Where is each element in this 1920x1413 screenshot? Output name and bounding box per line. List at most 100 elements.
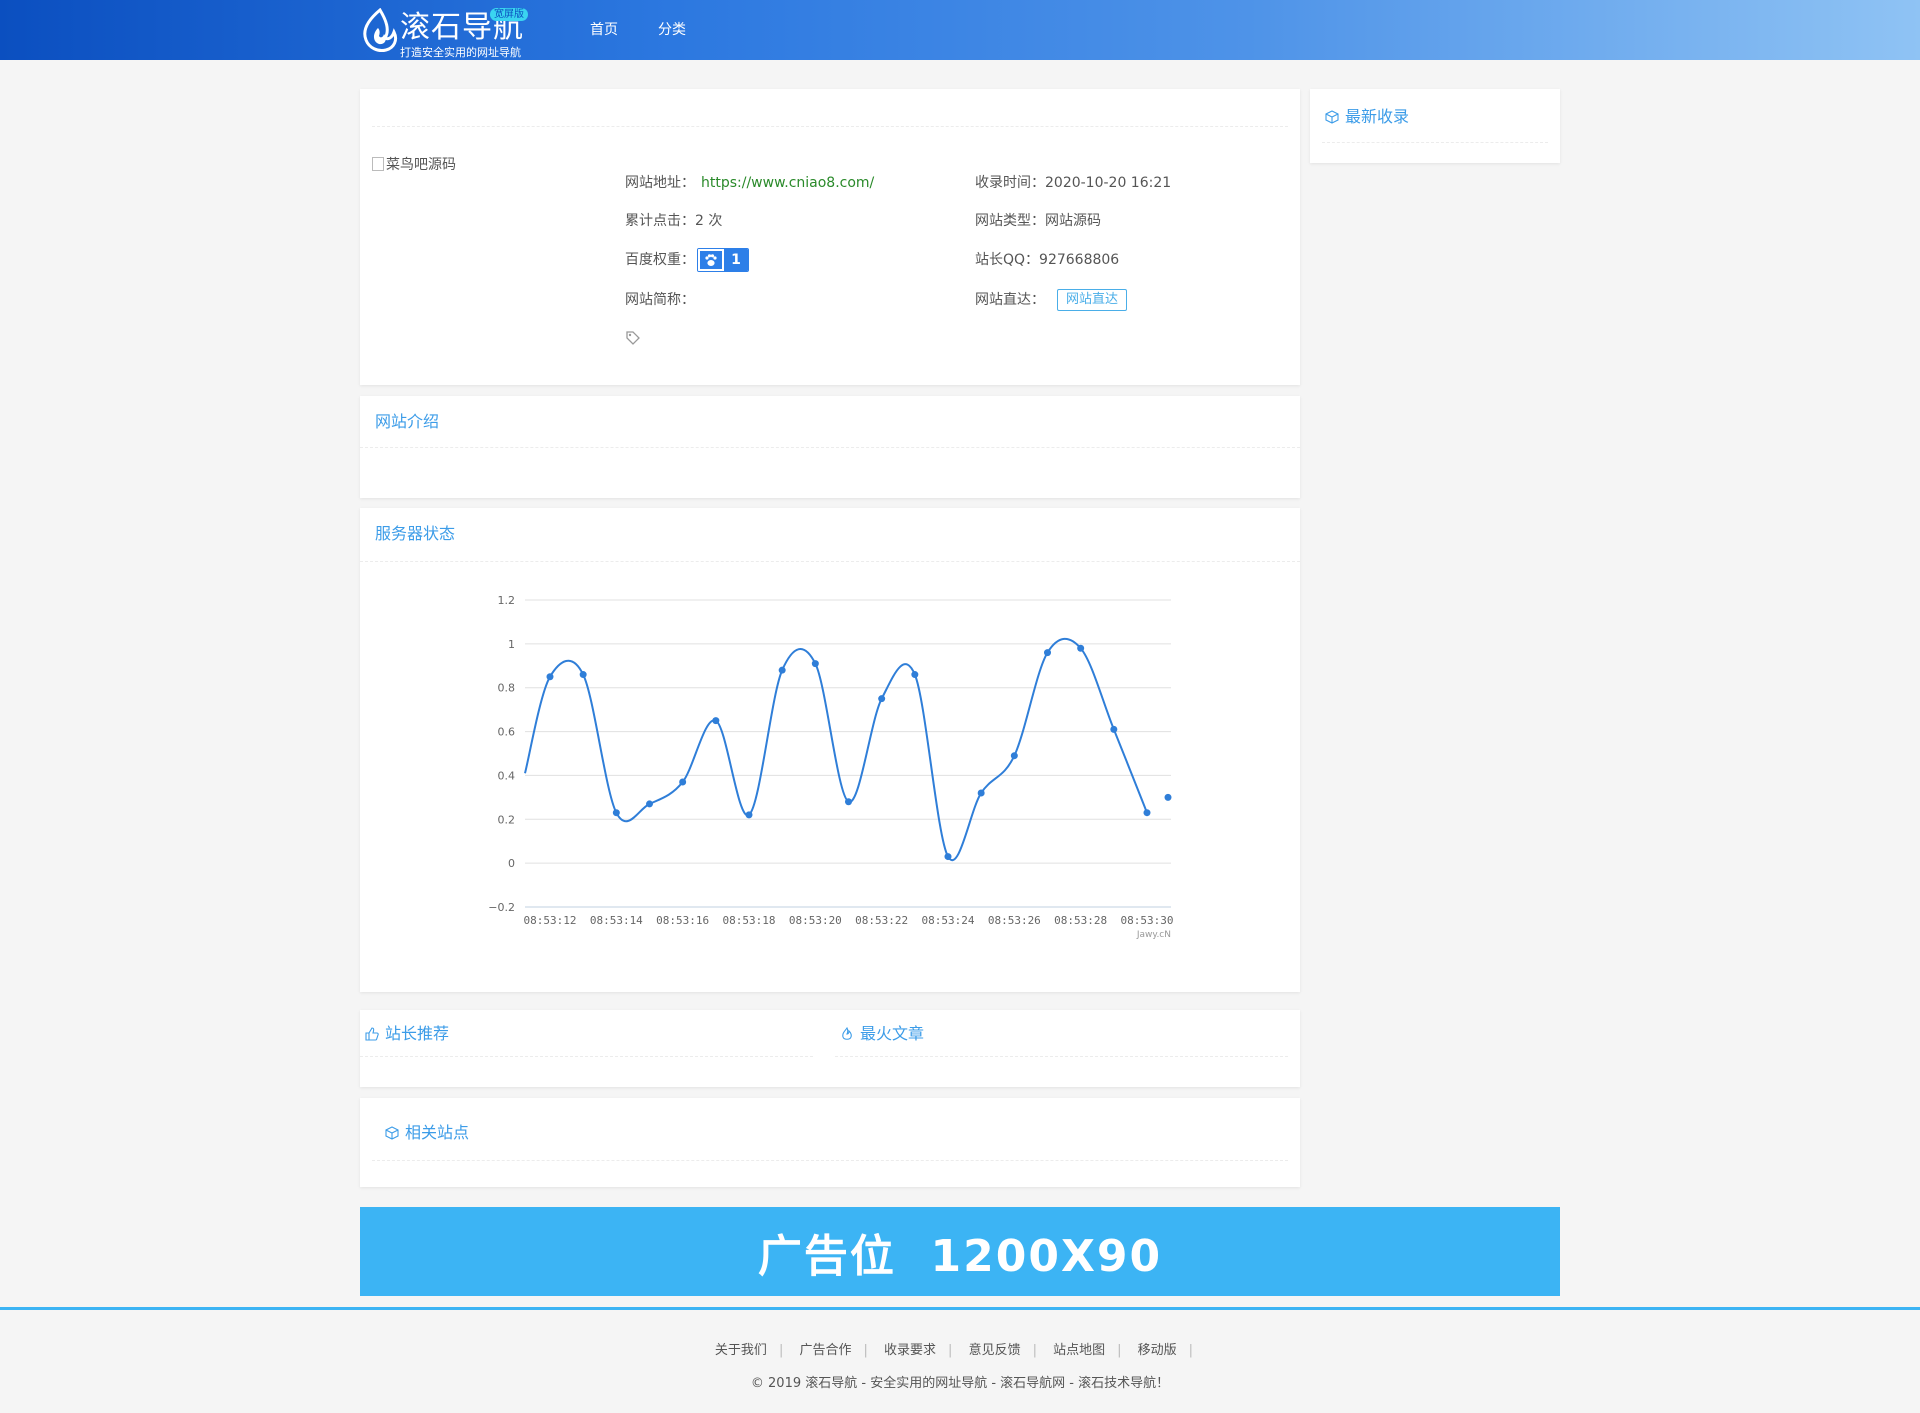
x-tick-label: 08:53:20	[789, 914, 842, 927]
short-name-field: 网站简称：	[625, 291, 695, 309]
site-type-field: 网站类型： 网站源码	[975, 212, 1101, 230]
footer-link-about[interactable]: 关于我们	[715, 1343, 767, 1358]
x-tick-label: 08:53:30	[1121, 914, 1174, 927]
added-time-field: 收录时间： 2020-10-20 16:21	[975, 174, 1171, 192]
top-header: 滚石导航 宽屏版 打造安全实用的网址导航 首页 分类	[0, 0, 1920, 60]
x-tick-label: 08:53:18	[723, 914, 776, 927]
data-point	[944, 853, 952, 861]
direct-visit-label: 网站直达：	[975, 292, 1045, 308]
cube-icon	[1325, 110, 1339, 124]
data-point	[811, 660, 819, 668]
footer-links: 关于我们 | 广告合作 | 收录要求 | 意见反馈 | 站点地图 | 移动版 |	[714, 1343, 1194, 1358]
data-point	[1077, 644, 1085, 652]
cube-icon	[385, 1126, 399, 1140]
data-point	[911, 671, 919, 679]
footer-link-submit[interactable]: 收录要求	[884, 1343, 936, 1358]
y-tick-label: 1	[508, 638, 515, 651]
related-sites-title: 相关站点	[385, 1123, 469, 1143]
recommend-hot-card: 站长推荐 最火文章	[360, 1010, 1300, 1087]
y-tick-label: 1.2	[498, 594, 516, 607]
logo-badge: 宽屏版	[490, 8, 528, 21]
tag-icon	[626, 331, 640, 345]
site-type-label: 网站类型：	[975, 213, 1045, 229]
y-tick-label: 0.4	[498, 769, 516, 782]
y-tick-label: 0.2	[498, 813, 516, 826]
site-thumbnail-alt: 菜鸟吧源码	[386, 157, 456, 173]
data-point	[778, 666, 786, 674]
main-nav: 首页 分类	[590, 0, 726, 60]
broken-image-icon	[372, 157, 384, 171]
x-tick-label: 08:53:16	[656, 914, 709, 927]
site-thumbnail: 菜鸟吧源码	[372, 154, 456, 174]
added-time-label: 收录时间：	[975, 175, 1045, 191]
data-point	[646, 800, 653, 808]
footer-link-ads[interactable]: 广告合作	[799, 1343, 851, 1358]
related-sites-card: 相关站点	[360, 1098, 1300, 1187]
data-point	[1044, 649, 1051, 657]
divider	[372, 1160, 1288, 1161]
ad-banner[interactable]: 广告位 1200X90	[360, 1207, 1560, 1296]
data-point	[579, 671, 587, 679]
site-logo[interactable]: 滚石导航 宽屏版 打造安全实用的网址导航	[358, 6, 533, 59]
clicks-label: 累计点击：	[625, 213, 695, 229]
y-tick-label: 0.6	[498, 726, 516, 739]
site-url-label: 网站地址：	[625, 175, 695, 191]
data-point	[679, 778, 687, 786]
divider	[360, 1056, 813, 1057]
data-point	[1110, 725, 1118, 733]
latest-added-title-text: 最新收录	[1345, 107, 1410, 126]
footer-link-mobile[interactable]: 移动版	[1138, 1343, 1177, 1358]
footer-divider	[0, 1307, 1920, 1310]
data-point	[1010, 752, 1018, 760]
added-time-value: 2020-10-20 16:21	[1045, 175, 1172, 191]
data-point	[845, 798, 852, 806]
site-info-card: 菜鸟吧源码 网站地址： https://www.cniao8.com/ 收录时间…	[360, 89, 1300, 385]
data-point	[546, 673, 554, 681]
webmaster-recommend-title: 站长推荐	[365, 1024, 449, 1044]
clicks-field: 累计点击： 2 次	[625, 212, 722, 230]
footer-link-feedback[interactable]: 意见反馈	[969, 1343, 1021, 1358]
divider	[360, 447, 1300, 448]
nav-home[interactable]: 首页	[590, 0, 618, 60]
data-point	[745, 811, 753, 819]
x-tick-label: 08:53:14	[590, 914, 643, 927]
baidu-paw-icon	[698, 249, 724, 271]
baidu-weight-badge[interactable]: 1	[697, 248, 749, 272]
divider	[835, 1056, 1288, 1057]
server-status-chart: 1.2 1 0.8 0.6 0.4 0.2 0 −0.2 08:53:12 08:53:14 08:…	[488, 594, 1174, 940]
short-name-label: 网站简称：	[625, 292, 695, 308]
fire-icon	[842, 1027, 852, 1040]
divider	[372, 126, 1288, 127]
data-point	[1164, 793, 1172, 801]
direct-visit-button[interactable]: 网站直达	[1057, 289, 1128, 311]
baidu-weight-value: 1	[724, 249, 748, 271]
data-point	[612, 809, 620, 817]
webmaster-qq-field: 站长QQ： 927668806	[975, 251, 1119, 269]
site-intro-title: 网站介绍	[375, 412, 440, 431]
related-sites-title-text: 相关站点	[405, 1123, 470, 1142]
footer-link-sitemap[interactable]: 站点地图	[1053, 1343, 1105, 1358]
x-tick-label: 08:53:24	[922, 914, 975, 927]
clicks-value: 2 次	[695, 213, 723, 229]
x-tick-label: 08:53:26	[988, 914, 1041, 927]
logo-flame-icon	[363, 8, 398, 52]
baidu-weight-label: 百度权重：	[625, 252, 695, 268]
divider	[1322, 142, 1548, 143]
site-url-link[interactable]: https://www.cniao8.com/	[701, 174, 874, 192]
server-status-title: 服务器状态	[375, 524, 456, 543]
data-point	[977, 789, 985, 797]
direct-visit-field: 网站直达： 网站直达	[975, 289, 1128, 311]
site-type-value[interactable]: 网站源码	[1045, 212, 1101, 230]
thumbs-up-icon	[365, 1027, 379, 1041]
nav-category[interactable]: 分类	[658, 0, 686, 60]
copyright: © 2019 滚石导航 - 安全实用的网址导航 - 滚石导航网 - 滚石技术导航…	[750, 1376, 1170, 1391]
baidu-weight-field: 百度权重： 1	[625, 247, 749, 273]
data-point	[1143, 809, 1151, 817]
site-intro-card: 网站介绍	[360, 396, 1300, 498]
server-status-card: 服务器状态 1.2 1 0.8 0.6 0.4 0.2 0 −0.2 08:53:12 08:53…	[360, 508, 1300, 992]
y-tick-label: 0.8	[498, 682, 516, 695]
webmaster-qq-value: 927668806	[1039, 252, 1120, 268]
latest-added-title: 最新收录	[1325, 107, 1409, 127]
logo-slogan: 打造安全实用的网址导航	[400, 46, 521, 59]
data-point	[712, 717, 720, 725]
